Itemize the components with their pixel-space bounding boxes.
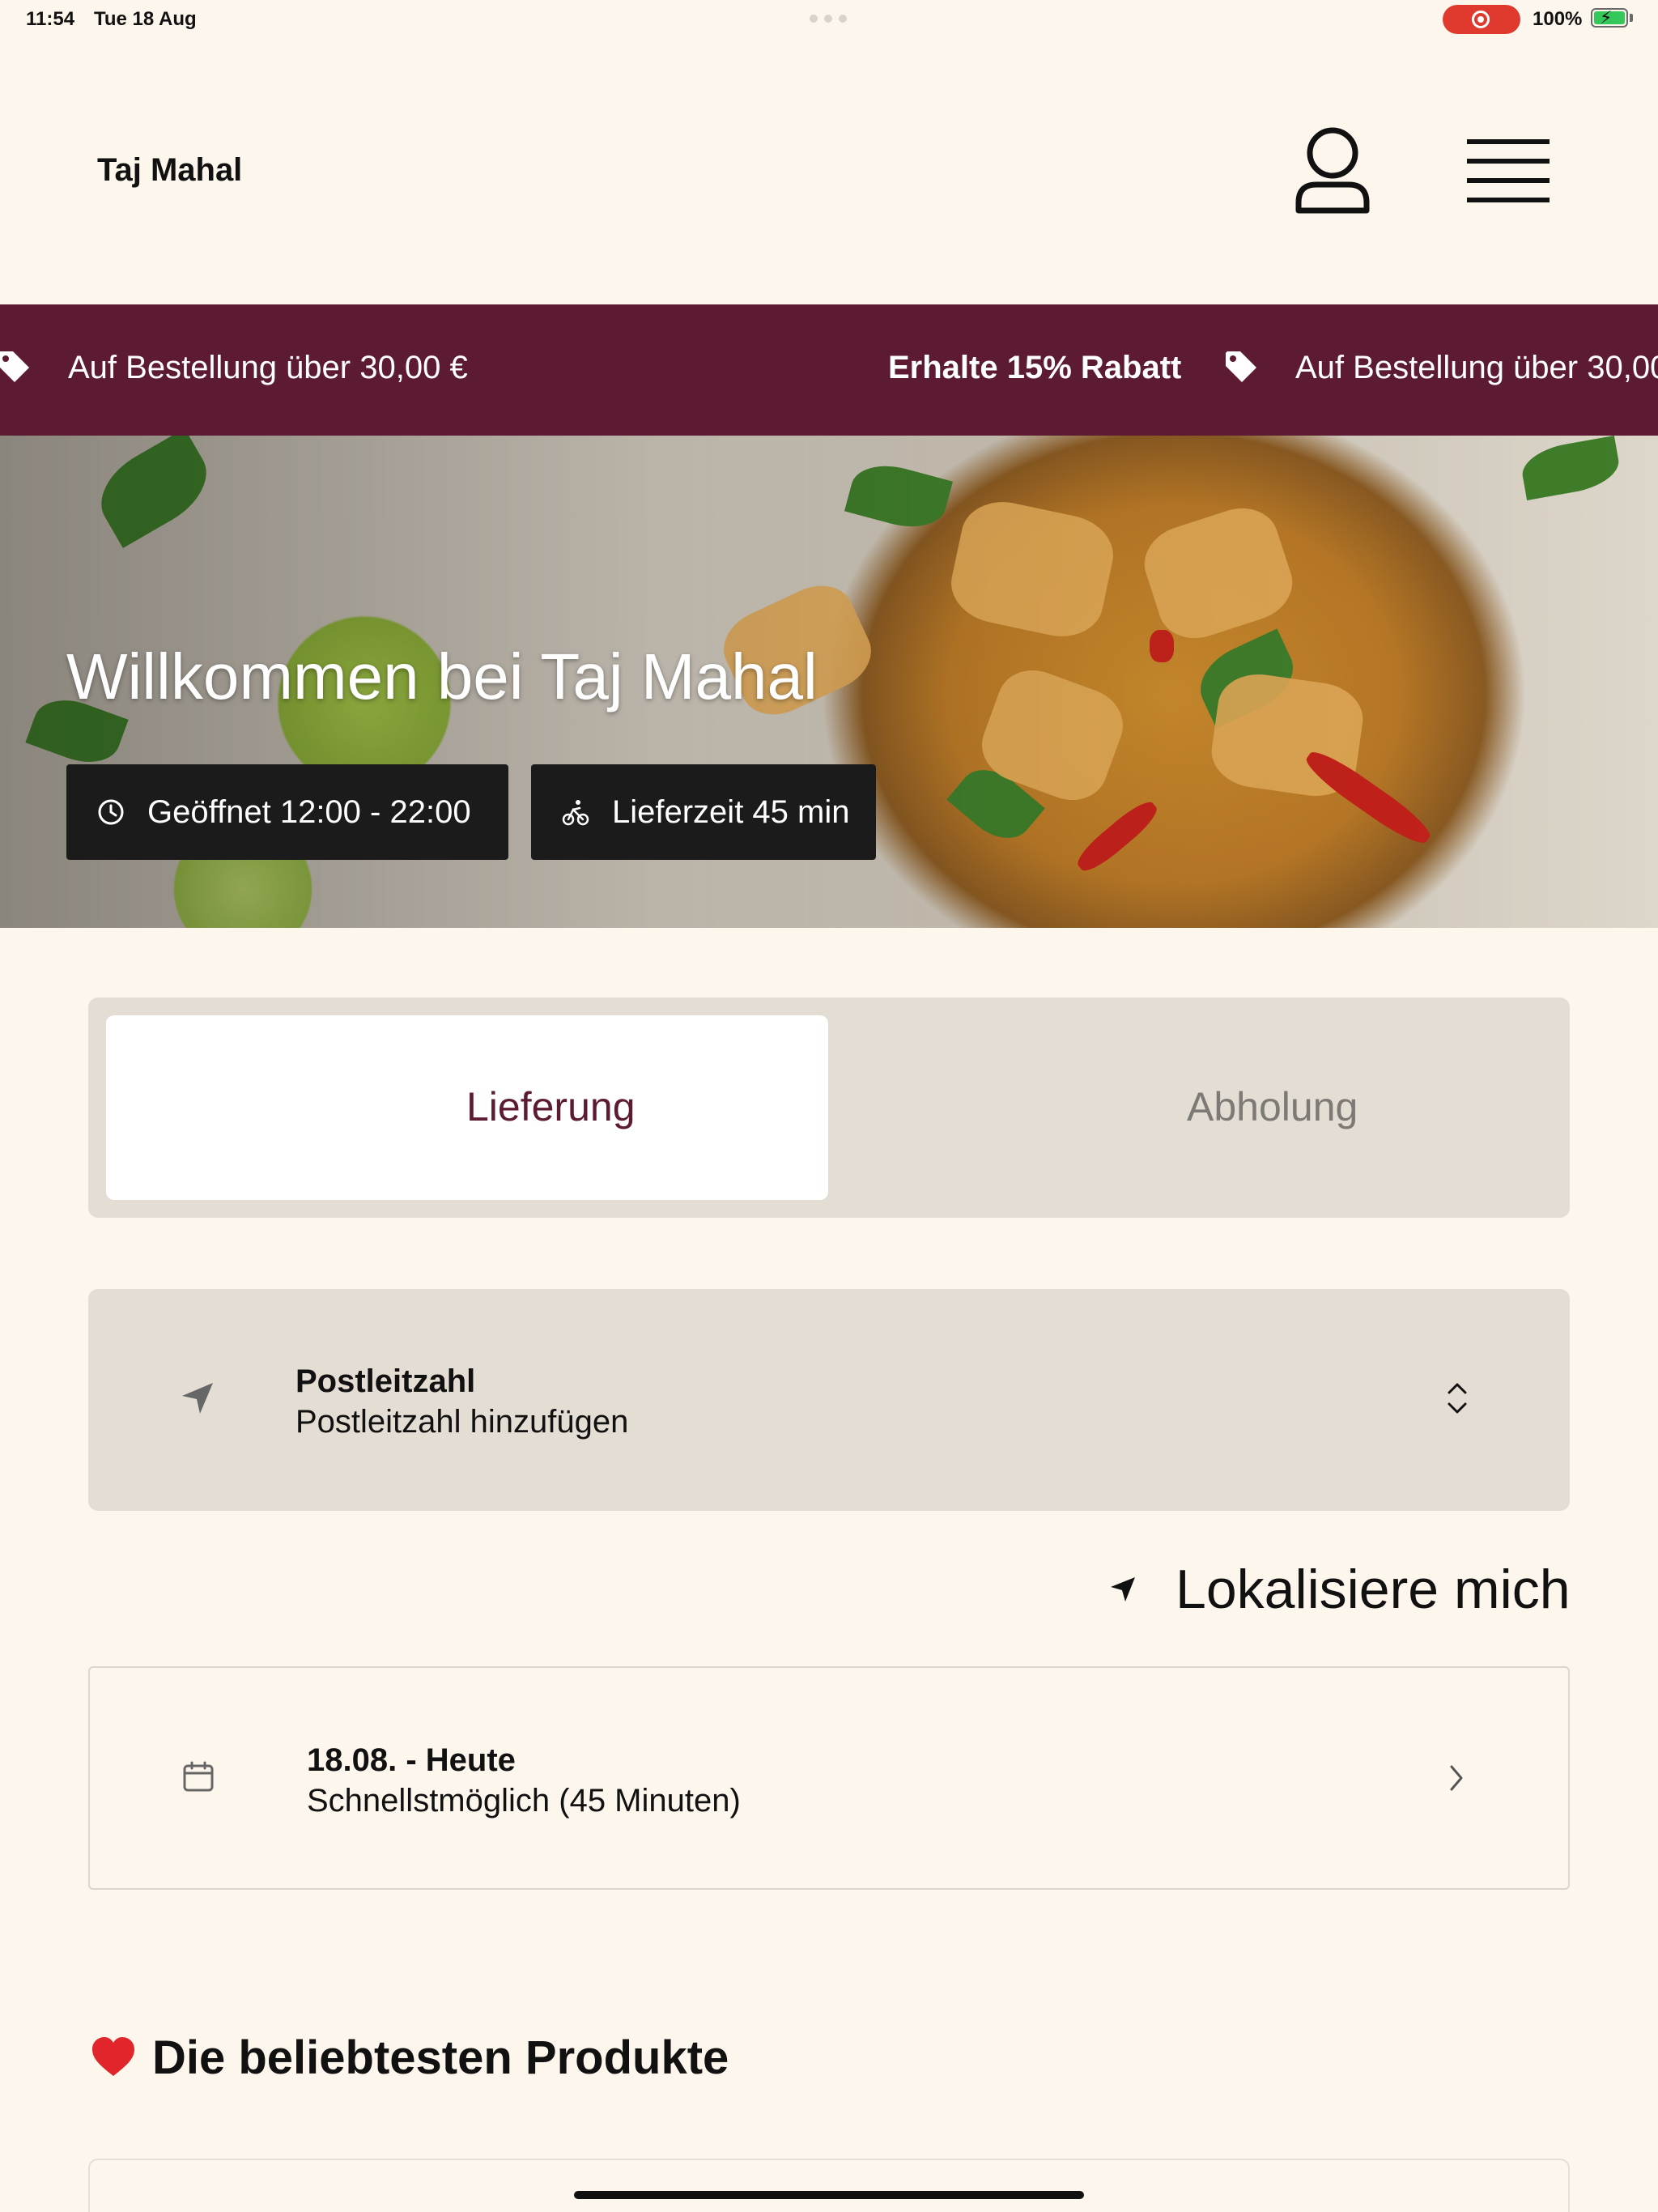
promo-banner: Auf Bestellung über 30,00 € Erhalte 15% … (0, 304, 1658, 436)
tab-pickup[interactable]: Abholung (1187, 1083, 1358, 1130)
hero-title: Willkommen bei Taj Mahal (66, 640, 818, 713)
record-icon (1472, 11, 1490, 28)
delivery-date: 18.08. - Heute (307, 1742, 516, 1778)
charging-bolt-icon: ⚡ (1600, 7, 1613, 28)
clock-icon (98, 799, 124, 825)
banner-discount-text: Erhalte 15% Rabatt (888, 350, 1182, 385)
heart-icon (92, 2036, 134, 2076)
battery-percentage: 100% (1533, 8, 1583, 30)
tag-icon (0, 351, 29, 382)
locate-me-label: Lokalisiere mich (1175, 1559, 1571, 1620)
bike-icon (562, 800, 589, 826)
opening-hours-badge: Geöffnet 12:00 - 22:00 (66, 764, 508, 860)
delivery-time-selector[interactable]: 18.08. - Heute Schnellstmöglich (45 Minu… (88, 1666, 1570, 1890)
status-time: 11:54 (26, 8, 75, 30)
home-indicator[interactable] (574, 2191, 1084, 2199)
brand-name[interactable]: Taj Mahal (97, 152, 242, 189)
location-arrow-icon (182, 1383, 213, 1414)
popular-products-title: Die beliebtesten Produkte (152, 2031, 729, 2084)
chevron-up-down-icon (1448, 1383, 1467, 1414)
account-button[interactable] (1292, 126, 1373, 217)
menu-button[interactable] (1464, 134, 1553, 207)
popular-products-heading: Die beliebtesten Produkte (91, 2031, 729, 2085)
hamburger-menu-icon (1467, 139, 1550, 202)
order-mode-switch: Lieferung Abholung (88, 998, 1570, 1218)
delivery-time-badge: Lieferzeit 45 min (531, 764, 876, 860)
hero-image: Willkommen bei Taj Mahal Geöffnet 12:00 … (0, 436, 1658, 928)
opening-hours-text: Geöffnet 12:00 - 22:00 (147, 793, 471, 830)
locate-me-button[interactable]: Lokalisiere mich (1109, 1558, 1571, 1621)
postal-code-selector[interactable]: Postleitzahl Postleitzahl hinzufügen (88, 1289, 1570, 1511)
chevron-right-icon (1450, 1765, 1463, 1791)
battery-cap (1630, 14, 1633, 22)
calendar-icon (183, 1761, 214, 1792)
screen-recording-indicator[interactable] (1443, 5, 1520, 34)
status-date: Tue 18 Aug (94, 8, 197, 30)
page: 11:54 Tue 18 Aug 100% ⚡ Taj Mahal Auf Be… (0, 0, 1658, 2212)
postal-code-placeholder: Postleitzahl hinzufügen (295, 1404, 629, 1440)
delivery-timing: Schnellstmöglich (45 Minuten) (307, 1783, 741, 1819)
multitasking-dots-icon[interactable] (810, 15, 848, 23)
banner-text: Auf Bestellung über 30,00 (1295, 350, 1658, 385)
product-card[interactable] (88, 2159, 1570, 2212)
tag-icon (1226, 351, 1256, 382)
tab-delivery-label[interactable]: Lieferung (466, 1083, 636, 1130)
navigation-arrow-icon (1111, 1577, 1135, 1602)
status-bar: 11:54 Tue 18 Aug 100% ⚡ (0, 0, 1658, 39)
delivery-time-text: Lieferzeit 45 min (612, 793, 850, 830)
banner-text: Auf Bestellung über 30,00 € (68, 350, 468, 385)
user-icon (1295, 127, 1370, 214)
postal-code-label: Postleitzahl (295, 1363, 476, 1399)
